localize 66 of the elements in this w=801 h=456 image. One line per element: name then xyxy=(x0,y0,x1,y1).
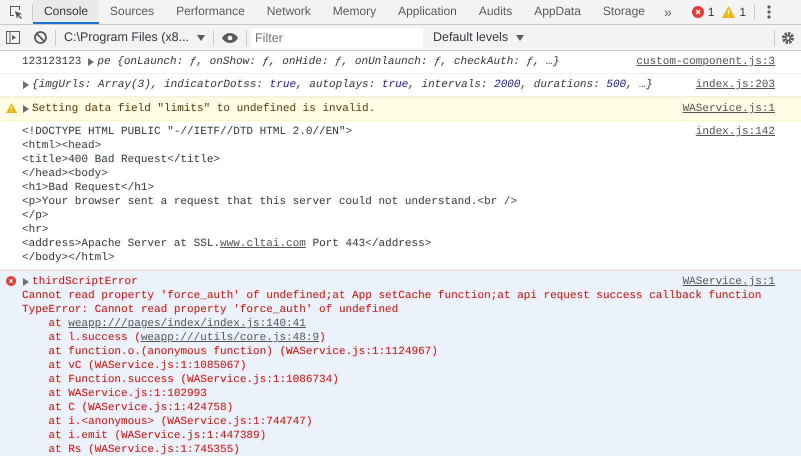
more-options-icon[interactable] xyxy=(767,5,772,19)
expand-arrow-icon[interactable] xyxy=(22,105,30,113)
context-dropdown[interactable]: C:\Program Files (x8... xyxy=(56,28,214,47)
error-line: at WAService.js:1:102993 xyxy=(47,387,208,401)
tab[interactable]: Performance xyxy=(165,0,256,24)
object-preview[interactable]: pe {onLaunch: ƒ, onShow: ƒ, onHide: ƒ, onUnlaunch: ƒ, checkAuth: ƒ, …} xyxy=(97,55,560,69)
log-line: </body></html> xyxy=(22,251,116,265)
error-line: at Rs (WAService.js:1:745355) xyxy=(47,443,241,456)
more-tabs-button[interactable]: » xyxy=(664,2,672,22)
error-line: at function.o.(anonymous function) (WAService.js:1:1124967) xyxy=(47,345,439,359)
eye-icon[interactable] xyxy=(222,32,238,42)
tab[interactable]: Application xyxy=(387,0,468,24)
error-count: 1 xyxy=(708,4,714,21)
clear-console-icon[interactable] xyxy=(34,31,47,44)
tab[interactable]: AppData xyxy=(523,0,592,24)
log-line: <html><head> xyxy=(22,139,102,153)
log-line: </p> xyxy=(22,209,50,223)
warning-icon xyxy=(6,103,17,113)
warning-text[interactable]: Setting data field "limits" to undefined is invalid. xyxy=(32,102,376,116)
link[interactable]: weapp:///pages/index/index.js:140:41 xyxy=(68,318,306,330)
levels-dropdown[interactable]: Default levels xyxy=(425,28,532,47)
log-line: <!DOCTYPE HTML PUBLIC "-//IETF//DTD HTML 2.0//EN"> xyxy=(22,125,352,139)
error-line: at Function.success (WAService.js:1:1086734) xyxy=(47,373,340,387)
source-link[interactable]: WAService.js:1 xyxy=(674,102,775,116)
warning-count: 1 xyxy=(739,4,746,21)
tab[interactable]: Storage xyxy=(592,0,656,24)
caret-icon xyxy=(516,34,524,40)
link[interactable]: weapp:///utils/core.js:48:9 xyxy=(140,332,320,344)
error-line: at weapp:///pages/index/index.js:140:41 xyxy=(47,317,307,331)
sidebar-toggle-icon[interactable] xyxy=(6,31,20,44)
tab[interactable]: Audits xyxy=(468,0,524,24)
error-line: at i.emit (WAService.js:1:447389) xyxy=(47,429,268,443)
log-line: <address>Apache Server at SSL.www.cltai.com Port 443</address> xyxy=(22,237,432,251)
source-link[interactable]: WAService.js:1 xyxy=(674,275,775,289)
error-icon xyxy=(6,276,16,286)
settings-icon[interactable] xyxy=(781,30,795,44)
error-line: at l.success (weapp:///utils/core.js:48:9) xyxy=(47,331,327,345)
tab[interactable]: Sources xyxy=(99,0,166,24)
filter-field[interactable]: Filter xyxy=(251,28,424,48)
log-line: <h1>Bad Request</h1> xyxy=(22,181,156,195)
source-link[interactable]: index.js:203 xyxy=(688,78,775,92)
log-line: <p>Your browser sent a request that this server could not understand.<br /> xyxy=(22,195,518,209)
expand-arrow-icon[interactable] xyxy=(22,278,30,286)
error-icon xyxy=(692,6,704,18)
error-title[interactable]: thirdScriptError xyxy=(32,275,138,289)
expand-arrow-icon[interactable] xyxy=(22,81,30,89)
error-line: TypeError: Cannot read property 'force_auth' of undefined xyxy=(22,303,400,317)
log-line: <hr> xyxy=(22,223,50,237)
tab[interactable]: Network xyxy=(256,0,322,24)
expand-arrow-icon[interactable] xyxy=(87,58,96,66)
inspect-icon[interactable] xyxy=(8,4,24,20)
error-line: at C (WAService.js:1:424758) xyxy=(47,401,234,415)
source-link[interactable]: index.js:142 xyxy=(688,125,775,139)
log-line: <title>400 Bad Request</title> xyxy=(22,153,222,167)
tab[interactable]: Memory xyxy=(322,0,388,24)
tab[interactable]: Console xyxy=(33,0,100,24)
error-line: Cannot read property 'force_auth' of undefined;at App setCache function;at api request success callback function xyxy=(22,289,762,303)
error-line: at vC (WAService.js:1:1085067) xyxy=(47,359,248,373)
link[interactable]: www.cltai.com xyxy=(220,238,306,250)
object-preview[interactable]: {imgUrls: Array(3), indicatorDotss: true, autoplays: true, intervals: 2000, durations: 500, …} xyxy=(32,78,653,92)
caret-icon xyxy=(197,34,206,40)
log-text: 123123123 xyxy=(22,55,82,69)
log-line: </head><body> xyxy=(22,167,109,181)
error-line: at i.<anonymous> (WAService.js:1:744747) xyxy=(47,415,314,429)
source-link[interactable]: custom-component.js:3 xyxy=(628,55,775,69)
warning-icon xyxy=(722,6,736,18)
